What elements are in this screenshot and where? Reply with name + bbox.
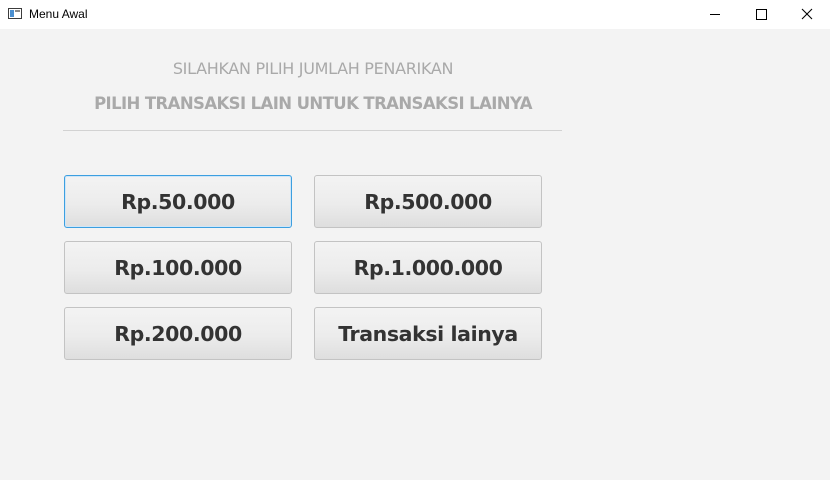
header-separator	[63, 130, 562, 131]
app-window: Menu Awal SILAHKAN PILIH JUMLAH PENARIKA…	[0, 0, 830, 480]
minimize-button[interactable]	[692, 0, 738, 29]
withdraw-50000-button[interactable]: Rp.50.000	[64, 175, 292, 228]
window-title: Menu Awal	[29, 7, 88, 21]
withdraw-1000000-button[interactable]: Rp.1.000.000	[314, 241, 542, 294]
maximize-button[interactable]	[738, 0, 784, 29]
title-bar[interactable]: Menu Awal	[0, 0, 830, 29]
app-window-icon	[8, 8, 22, 19]
close-icon	[801, 8, 813, 20]
withdraw-500000-button[interactable]: Rp.500.000	[314, 175, 542, 228]
close-button[interactable]	[784, 0, 830, 29]
withdraw-200000-button[interactable]: Rp.200.000	[64, 307, 292, 360]
other-transaction-heading: PILIH TRANSAKSI LAIN UNTUK TRANSAKSI LAI…	[94, 94, 532, 113]
instruction-heading: SILAHKAN PILIH JUMLAH PENARIKAN	[172, 59, 454, 78]
withdraw-100000-button[interactable]: Rp.100.000	[64, 241, 292, 294]
maximize-icon	[756, 9, 767, 20]
other-transaction-button[interactable]: Transaksi lainya	[314, 307, 542, 360]
minimize-icon	[710, 14, 720, 15]
